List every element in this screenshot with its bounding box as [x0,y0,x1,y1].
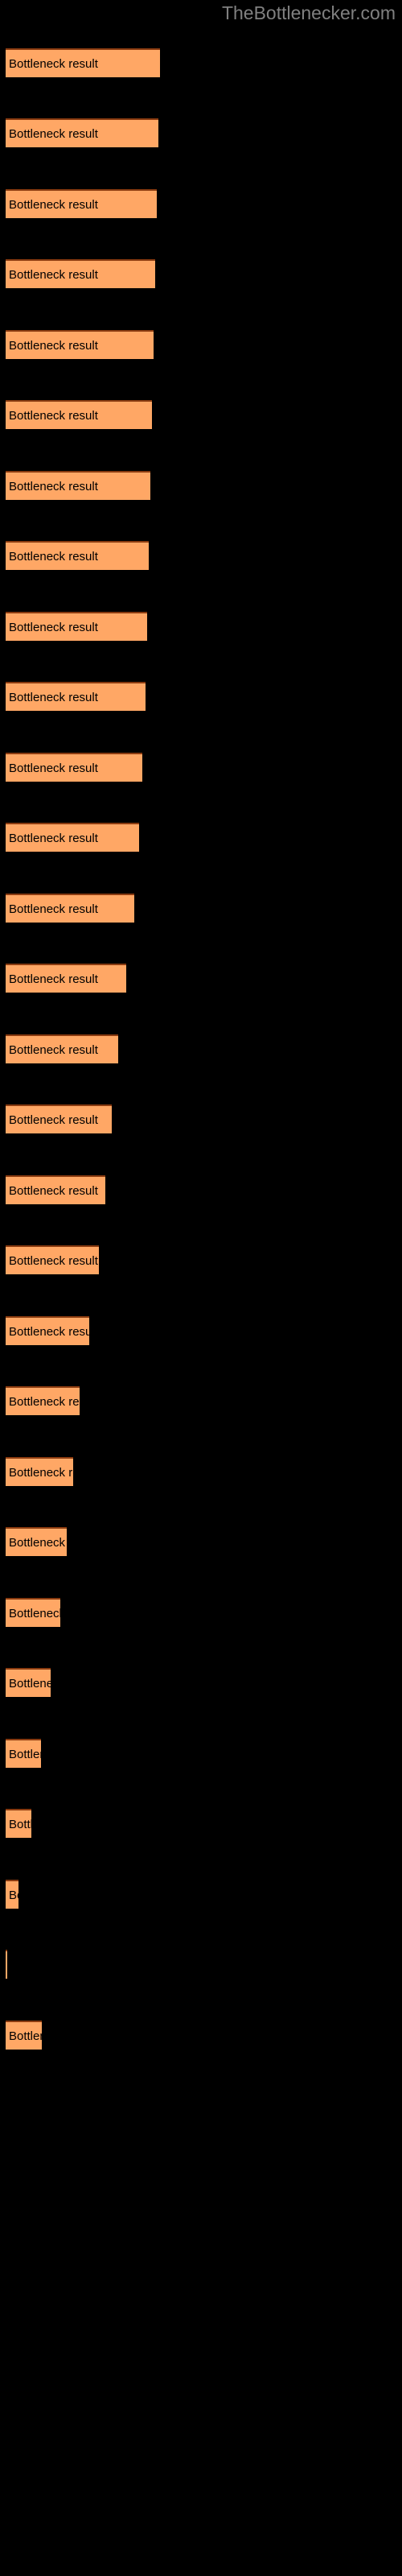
bar-label: Bottleneck result [9,972,98,986]
bar-label: Bottleneck result [9,2029,42,2043]
bar-label: Bottleneck result [9,339,98,353]
bar-row: Bottleneck result [0,1668,402,1697]
bar-label: Bottleneck result [9,1466,73,1480]
bar-label: Bottleneck result [9,1889,18,1902]
bar-label: Bottleneck result [9,1607,60,1620]
bar-row: Bottleneck result [0,612,402,641]
bottleneck-chart-page: TheBottlenecker.com Bottleneck result Bot… [0,0,402,2576]
bar-label: Bottleneck result [9,127,98,141]
bottleneck-bar[interactable]: Bottleneck result [6,823,139,852]
horizontal-bar-chart: Bottleneck result Bottleneck result Bottle… [0,0,402,2576]
bar-row: Bottleneck result [0,1598,402,1627]
bar-label: Bottleneck result [9,1113,98,1127]
bottleneck-bar[interactable]: Bottleneck result [6,471,150,500]
bar-label: Bottleneck result [9,1395,80,1409]
bottleneck-bar[interactable]: Bottleneck result [6,753,142,782]
bottleneck-bar[interactable]: Bottleneck result [6,1104,112,1133]
bar-label: Bottleneck result [9,1677,51,1690]
bottleneck-bar[interactable]: Bottleneck result [6,1598,60,1627]
bottleneck-bar[interactable]: Bottleneck result [6,1175,105,1204]
bottleneck-bar[interactable]: Bottleneck result [6,1316,89,1345]
bar-label: Bottleneck result [9,832,98,845]
bar-label: Bottleneck result [9,621,98,634]
bottleneck-bar[interactable]: Bottleneck result [6,189,157,218]
bar-row: Bottleneck result [0,1034,402,1063]
bar-row: Bottleneck result [0,753,402,782]
bar-row: Bottleneck result [0,118,402,147]
bar-label: Bottleneck result [9,480,98,493]
bottleneck-bar[interactable]: Bottleneck result [6,48,160,77]
bar-row: Bottleneck result [0,1104,402,1133]
bar-row: Bottleneck result [0,1245,402,1274]
bottleneck-bar[interactable]: Bottleneck result [6,1668,51,1697]
bottleneck-bar[interactable]: Bottleneck result [6,400,152,429]
bar-row: Bottleneck result [0,1316,402,1345]
bar-row: Bottleneck result [0,1880,402,1909]
bottleneck-bar[interactable]: Bottleneck result [6,1457,73,1486]
bottleneck-bar[interactable]: Bottleneck result [6,1034,118,1063]
bar-label: Bottleneck result [9,1818,31,1831]
bar-row: Bottleneck result [0,1527,402,1556]
bar-label: Bottleneck result [9,902,98,916]
bar-label: Bottleneck result [9,1184,98,1198]
bar-row: Bottleneck result [0,894,402,923]
bottleneck-bar[interactable]: Bottleneck result [6,118,158,147]
bar-label: Bottleneck result [9,1325,89,1339]
bottleneck-bar[interactable]: Bottleneck result [6,612,147,641]
bar-row: Bottleneck result [0,48,402,77]
bottleneck-bar[interactable]: Bottleneck result [6,1809,31,1838]
bottleneck-bar[interactable]: Bottleneck result [6,2021,42,2050]
bar-label: Bottleneck result [9,268,98,282]
bar-row: Bottleneck result [0,823,402,852]
bar-row: Bottleneck result [0,330,402,359]
bar-label: Bottleneck result [9,550,98,564]
bar-label: Bottleneck result [9,1748,41,1761]
bar-row: Bottleneck result [0,1175,402,1204]
bar-row: Bottleneck result [0,964,402,993]
bar-row: Bottleneck result [0,2021,402,2050]
bar-label: Bottleneck result [9,762,98,775]
bar-label: Bottleneck result [9,1043,98,1057]
bar-row: Bottleneck result [0,1809,402,1838]
bar-label: Bottleneck result [9,691,98,704]
bar-row: Bottleneck result [0,1739,402,1768]
bar-row: Bottleneck result [0,471,402,500]
bottleneck-bar[interactable]: Bottleneck result [6,330,154,359]
bottleneck-bar[interactable]: Bottleneck result [6,1527,67,1556]
bar-row: Bottleneck result [0,1386,402,1415]
bar-row: Bottleneck result [0,189,402,218]
bar-label: Bottleneck result [9,57,98,71]
bottleneck-bar[interactable]: Bottleneck result [6,1386,80,1415]
bottleneck-bar[interactable]: Bottleneck result [6,259,155,288]
bar-row: Bottleneck result [0,259,402,288]
bar-label: Bottleneck result [9,198,98,212]
bar-label: Bottleneck result [9,409,98,423]
bar-row: Bottleneck result [0,682,402,711]
bar-row: Bottleneck result [0,400,402,429]
bottleneck-bar[interactable]: Bottleneck result [6,682,146,711]
bar-row: Bottleneck result [0,1457,402,1486]
bar-label: Bottleneck result [9,1536,67,1550]
bottleneck-bar[interactable]: Bottleneck result [6,894,134,923]
bottleneck-bar[interactable]: Bottleneck result [6,1950,7,1979]
bottleneck-bar[interactable]: Bottleneck result [6,541,149,570]
bottleneck-bar[interactable]: Bottleneck result [6,1739,41,1768]
bar-row: Bottleneck result [0,541,402,570]
bottleneck-bar[interactable]: Bottleneck result [6,1245,99,1274]
bottleneck-bar[interactable]: Bottleneck result [6,1880,18,1909]
bar-row: Bottleneck result [0,1950,402,1979]
bar-label: Bottleneck result [9,1254,98,1268]
bottleneck-bar[interactable]: Bottleneck result [6,964,126,993]
